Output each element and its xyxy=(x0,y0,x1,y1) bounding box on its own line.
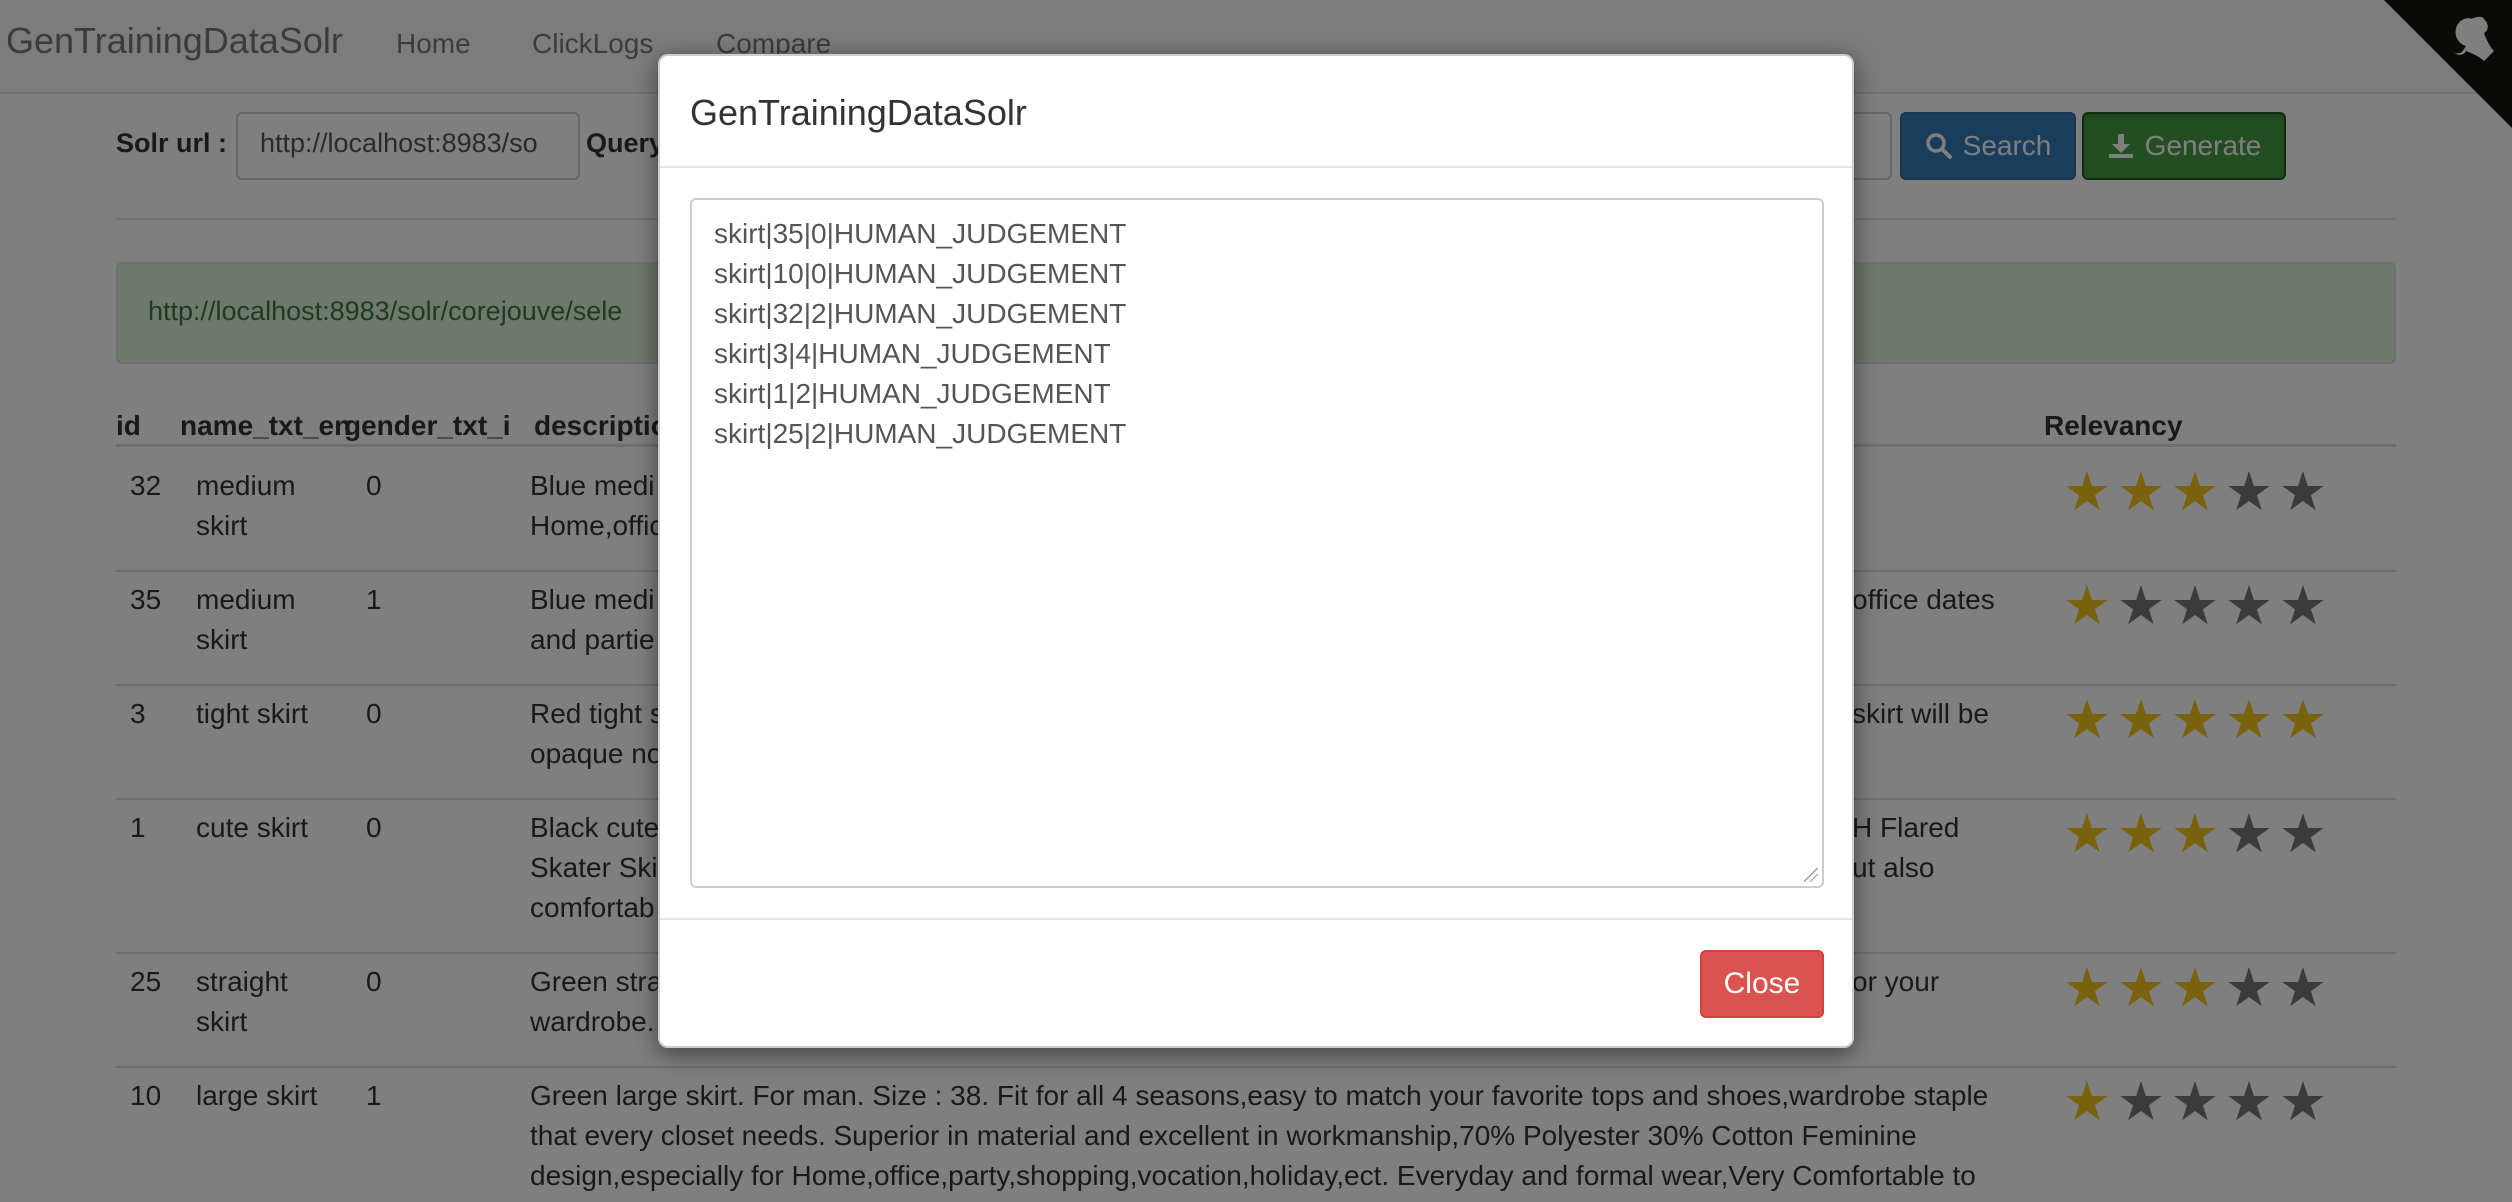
modal-footer-divider xyxy=(660,918,1852,920)
close-button[interactable]: Close xyxy=(1700,950,1824,1018)
training-data-line: skirt|10|0|HUMAN_JUDGEMENT xyxy=(714,258,1127,289)
training-data-line: skirt|32|2|HUMAN_JUDGEMENT xyxy=(714,298,1127,329)
modal-header-divider xyxy=(660,166,1852,168)
training-data-line: skirt|3|4|HUMAN_JUDGEMENT xyxy=(714,338,1111,369)
training-data-line: skirt|25|2|HUMAN_JUDGEMENT xyxy=(714,418,1127,449)
textarea-resize-handle[interactable] xyxy=(1804,868,1818,882)
modal-title: GenTrainingDataSolr xyxy=(690,92,1027,133)
training-data-textarea[interactable]: skirt|35|0|HUMAN_JUDGEMENT skirt|10|0|HU… xyxy=(690,198,1824,888)
training-data-line: skirt|35|0|HUMAN_JUDGEMENT xyxy=(714,218,1127,249)
training-data-line: skirt|1|2|HUMAN_JUDGEMENT xyxy=(714,378,1111,409)
training-data-modal: GenTrainingDataSolr skirt|35|0|HUMAN_JUD… xyxy=(658,54,1854,1048)
